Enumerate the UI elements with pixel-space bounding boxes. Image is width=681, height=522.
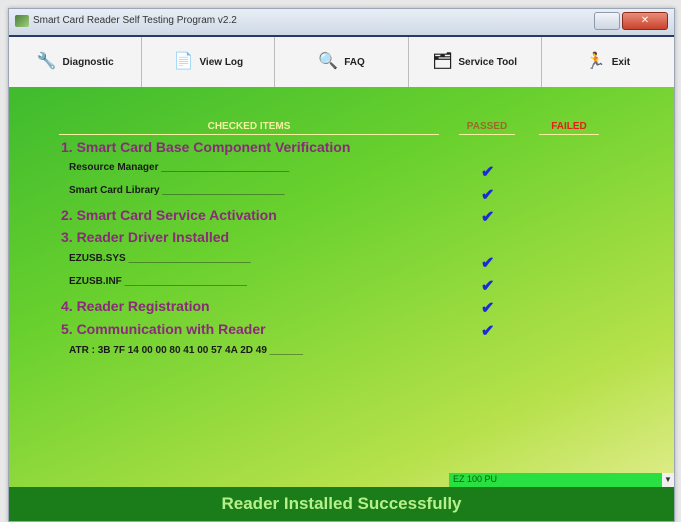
checked-items-header: CHECKED ITEMS bbox=[59, 121, 439, 135]
passed-check-icon: ✔ bbox=[481, 323, 495, 340]
passed-check-icon: ✔ bbox=[481, 255, 495, 272]
check-section-row: 1. Smart Card Base Component Verificatio… bbox=[9, 139, 674, 159]
item-label: Resource Manager _______________________ bbox=[69, 162, 290, 173]
passed-header: PASSED bbox=[459, 121, 515, 135]
exit-icon: 🏃 bbox=[585, 53, 606, 70]
window-title: Smart Card Reader Self Testing Program v… bbox=[33, 15, 237, 26]
status-footer: Reader Installed Successfully bbox=[9, 487, 674, 521]
check-section-row: 4. Reader Registration ✔ bbox=[9, 298, 674, 318]
exit-label: Exit bbox=[611, 56, 631, 68]
faq-label: FAQ bbox=[344, 56, 365, 68]
section-label: 4. Reader Registration bbox=[61, 298, 210, 314]
item-label: EZUSB.INF ______________________ bbox=[69, 276, 247, 287]
check-item-row: Resource Manager _______________________… bbox=[9, 162, 674, 182]
failed-header: FAILED bbox=[539, 121, 599, 135]
check-item-row: EZUSB.INF ______________________ ✔ bbox=[9, 276, 674, 296]
item-label: EZUSB.SYS ______________________ bbox=[69, 253, 251, 264]
check-section-row: 5. Communication with Reader ✔ bbox=[9, 321, 674, 341]
view-log-button[interactable]: 📄 View Log bbox=[142, 37, 276, 87]
passed-check-icon: ✔ bbox=[481, 300, 495, 317]
check-item-row: EZUSB.SYS ______________________ ✔ bbox=[9, 253, 674, 273]
reader-select-value: EZ 100 PU bbox=[453, 474, 498, 484]
faq-icon: 🔍 bbox=[318, 53, 339, 70]
log-icon: 📄 bbox=[173, 53, 194, 70]
faq-button[interactable]: 🔍 FAQ bbox=[275, 37, 409, 87]
section-label: 3. Reader Driver Installed bbox=[61, 229, 230, 245]
service-tool-button[interactable]: 🗂 Service Tool bbox=[409, 37, 542, 87]
app-window: Smart Card Reader Self Testing Program v… bbox=[8, 8, 675, 522]
section-label: 1. Smart Card Base Component Verificatio… bbox=[61, 139, 351, 155]
diagnostic-button[interactable]: 🔧 Diagnostic bbox=[9, 37, 143, 87]
service-tool-icon: 🗂 bbox=[432, 53, 453, 70]
diagnostic-label: Diagnostic bbox=[62, 56, 114, 68]
service-tool-label: Service Tool bbox=[458, 56, 518, 68]
atr-label: ATR : 3B 7F 14 00 00 80 41 00 57 4A 2D 4… bbox=[69, 345, 304, 356]
status-message: Reader Installed Successfully bbox=[221, 494, 462, 513]
reader-select[interactable]: EZ 100 PU ▼ bbox=[449, 473, 674, 487]
check-section-row: 2. Smart Card Service Activation ✔ bbox=[9, 207, 674, 227]
check-item-row: ATR : 3B 7F 14 00 00 80 41 00 57 4A 2D 4… bbox=[9, 345, 674, 365]
exit-button[interactable]: 🏃 Exit bbox=[542, 37, 674, 87]
passed-check-icon: ✔ bbox=[481, 278, 495, 295]
view-log-label: View Log bbox=[199, 56, 244, 68]
title-bar: Smart Card Reader Self Testing Program v… bbox=[9, 9, 674, 35]
diagnostic-icon: 🔧 bbox=[36, 53, 57, 70]
passed-check-icon: ✔ bbox=[481, 187, 495, 204]
results-panel: CHECKED ITEMS PASSED FAILED 1. Smart Car… bbox=[9, 87, 674, 521]
maximize-button[interactable] bbox=[594, 12, 620, 30]
item-label: Smart Card Library _____________________… bbox=[69, 185, 285, 196]
check-item-row: Smart Card Library _____________________… bbox=[9, 185, 674, 205]
close-button[interactable]: ✕ bbox=[622, 12, 668, 30]
toolbar: 🔧 Diagnostic 📄 View Log 🔍 FAQ 🗂 Service … bbox=[9, 35, 674, 89]
check-section-row: 3. Reader Driver Installed bbox=[9, 229, 674, 249]
section-label: 2. Smart Card Service Activation bbox=[61, 207, 277, 223]
dropdown-arrow-icon[interactable]: ▼ bbox=[662, 473, 674, 487]
passed-check-icon: ✔ bbox=[481, 209, 495, 226]
app-icon bbox=[15, 15, 29, 27]
passed-check-icon: ✔ bbox=[481, 164, 495, 181]
section-label: 5. Communication with Reader bbox=[61, 321, 266, 337]
